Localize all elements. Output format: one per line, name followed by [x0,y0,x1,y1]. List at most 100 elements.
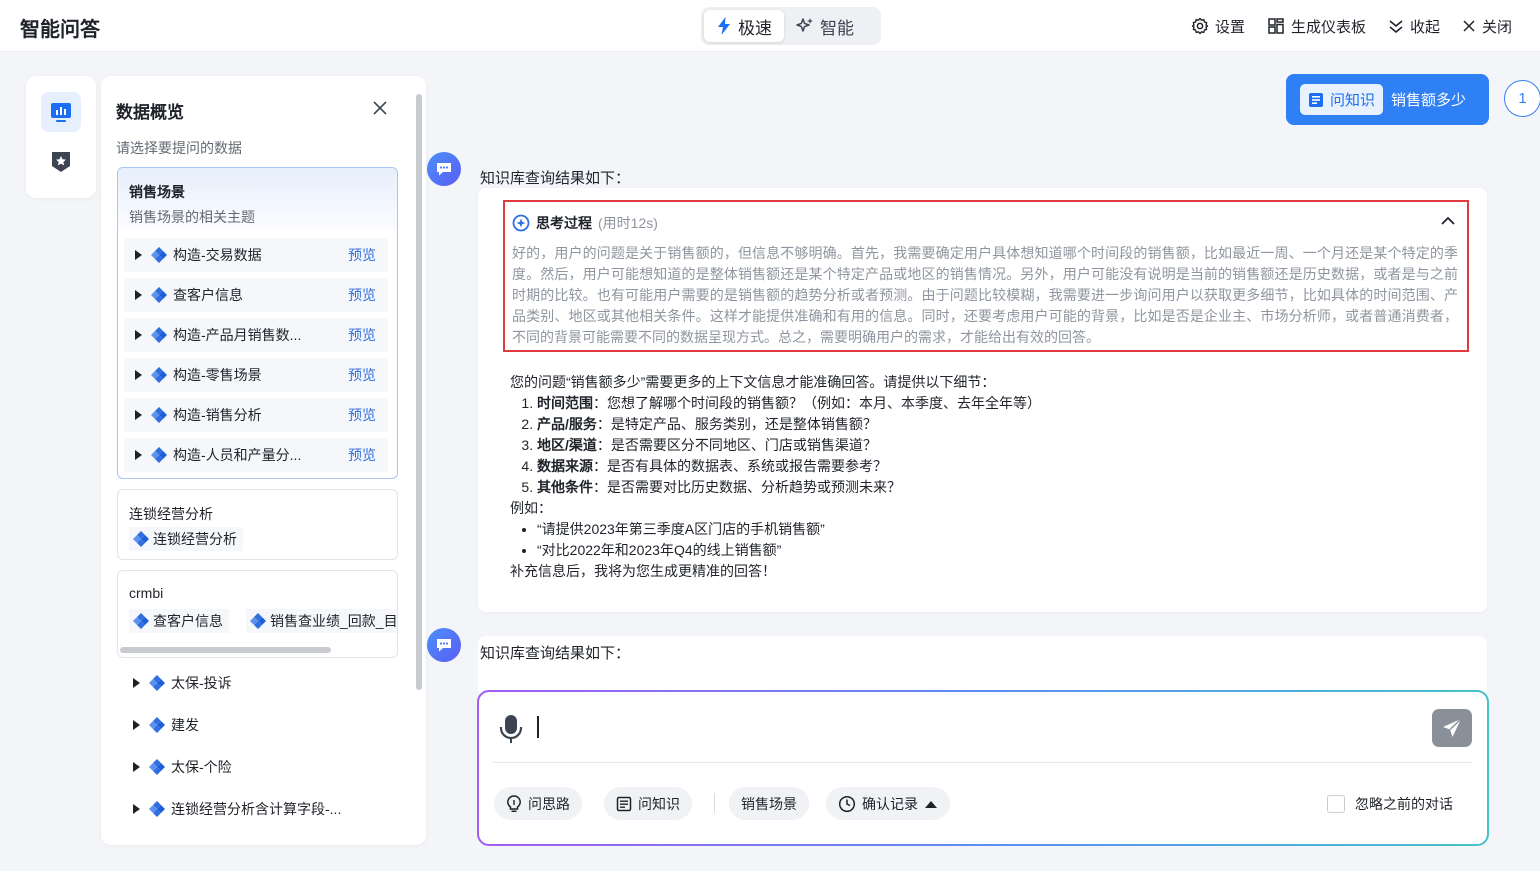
dataset-label: 连锁经营分析含计算字段-... [171,801,342,817]
expand-triangle-icon[interactable] [135,410,142,420]
dataset-topic-row[interactable]: 构造-人员和产量分... 预览 [124,438,388,472]
document-icon [616,796,632,812]
detail-text: ：您想了解哪个时间段的销售额？（例如：本月、本季度、去年全年等） [593,395,1041,411]
preview-link[interactable]: 预览 [348,325,376,345]
dataset-title: crmbi [129,585,164,601]
dataset-card-chain[interactable]: 连锁经营分析 连锁经营分析 [117,489,398,560]
dataset-collapsed-row[interactable]: 连锁经营分析含计算字段-... [123,794,341,824]
expand-triangle-icon[interactable] [135,250,142,260]
expand-triangle-icon[interactable] [133,678,140,688]
panel-close-button[interactable] [372,100,388,116]
ignore-history-toggle[interactable]: 忽略之前的对话 [1327,794,1453,814]
dataset-topic-row[interactable]: 构造-交易数据 预览 [124,238,388,272]
panel-scrollbar[interactable] [416,94,422,690]
chat-bubble-icon [434,159,454,179]
left-icon-bar [26,76,96,198]
expand-triangle-icon[interactable] [135,370,142,380]
example-item: “请提供2023年第三季度A区门店的手机销售额” [537,519,1470,540]
dataset-title: 连锁经营分析 [129,506,213,522]
topic-label: 构造-产品月销售数... [173,327,302,343]
detail-item: 时间范围：您想了解哪个时间段的销售额？（例如：本月、本季度、去年全年等） [537,393,1470,414]
detail-text: ：是否需要区分不同地区、门店或销售渠道？ [596,437,877,453]
reply-closing: 补充信息后，我将为您生成更精准的回答！ [510,563,776,579]
preview-link[interactable]: 预览 [348,245,376,265]
top-bar: 智能问答 极速 智能 设置 生成仪表板 收起 关闭 [0,0,1540,52]
mode-fast-label: 极速 [738,18,772,38]
dataset-card-crmbi[interactable]: crmbi 查客户信息 销售查业绩_回款_目 [117,570,398,658]
collapse-icon [1388,17,1404,35]
dataset-selector-label: 销售场景 [741,795,797,812]
topic-diamond-icon [151,327,167,343]
preview-link[interactable]: 预览 [348,365,376,385]
example-label: 例如： [510,500,552,516]
settings-button[interactable]: 设置 [1191,16,1245,37]
expand-triangle-icon[interactable] [135,450,142,460]
preview-link[interactable]: 预览 [348,445,376,465]
dataset-collapsed-row[interactable]: 太保-投诉 [123,668,232,698]
expand-triangle-icon[interactable] [133,762,140,772]
detail-term: 其他条件 [537,479,593,495]
detail-text: ：是特定产品、服务类别，还是整体销售额？ [596,416,877,432]
data-overview-panel: 数据概览 请选择要提问的数据 销售场景 销售场景的相关主题 构造-交易数据 预览… [101,76,426,845]
dataset-chip[interactable]: 销售查业绩_回款_目 [246,609,397,633]
ignore-history-checkbox[interactable] [1327,795,1345,813]
preview-link[interactable]: 预览 [348,285,376,305]
generate-dashboard-button[interactable]: 生成仪表板 [1267,16,1366,37]
ask-knowledge-button[interactable]: 问知识 [604,787,692,820]
dataset-topic-row[interactable]: 构造-零售场景 预览 [124,358,388,392]
thinking-collapse-button[interactable] [1441,216,1455,226]
collapse-button[interactable]: 收起 [1388,16,1440,37]
data-overview-nav-button[interactable] [41,92,81,132]
topic-label: 构造-零售场景 [173,367,262,383]
assistant-avatar [427,628,461,662]
settings-label: 设置 [1214,18,1245,36]
detail-item: 地区/渠道：是否需要区分不同地区、门店或销售渠道？ [537,435,1470,456]
ask-approach-button[interactable]: 问思路 [494,787,582,820]
input-divider [493,762,1473,763]
caret-up-icon [924,799,938,809]
clock-icon [838,795,856,813]
example-item: “对比2022年和2023年Q4的线上销售额” [537,540,1470,561]
ignore-history-label: 忽略之前的对话 [1355,796,1453,812]
ask-knowledge-label: 问知识 [638,795,680,812]
chart-monitor-icon [49,100,73,124]
answer-heading: 知识库查询结果如下： [480,645,631,662]
chevron-up-icon [1441,216,1455,226]
gear-icon [1191,17,1209,35]
generate-dashboard-label: 生成仪表板 [1290,18,1366,36]
mode-smart-button[interactable]: 智能 [784,10,866,42]
dataset-collapsed-row[interactable]: 建发 [123,710,199,740]
confirm-records-button[interactable]: 确认记录 [826,787,950,820]
microphone-icon [499,714,523,744]
dataset-topic-row[interactable]: 构造-产品月销售数... 预览 [124,318,388,352]
mode-fast-button[interactable]: 极速 [704,10,784,42]
mode-switch: 极速 智能 [701,7,881,45]
dataset-card-sales[interactable]: 销售场景 销售场景的相关主题 构造-交易数据 预览 查客户信息 预览 构造-产品… [117,167,398,479]
close-app-button[interactable]: 关闭 [1462,16,1512,37]
question-index-badge[interactable]: 1 [1504,80,1540,117]
favorites-nav-button[interactable] [41,142,81,182]
topic-diamond-icon [151,287,167,303]
document-icon [1308,92,1324,108]
paper-plane-icon [1441,717,1463,739]
dataset-selector-button[interactable]: 销售场景 [729,787,809,820]
chat-input-field[interactable] [537,716,539,738]
dataset-chip[interactable]: 查客户信息 [129,609,229,633]
expand-triangle-icon[interactable] [133,804,140,814]
preview-link[interactable]: 预览 [348,405,376,425]
dataset-chip[interactable]: 连锁经营分析 [129,527,243,551]
dataset-topic-row[interactable]: 查客户信息 预览 [124,278,388,312]
topic-label: 查客户信息 [173,287,243,303]
topic-diamond-icon [149,759,165,775]
dataset-topic-row[interactable]: 构造-销售分析 预览 [124,398,388,432]
expand-triangle-icon[interactable] [133,720,140,730]
chip-scrollbar[interactable] [120,647,331,653]
expand-triangle-icon[interactable] [135,330,142,340]
confirm-records-label: 确认记录 [862,795,918,812]
ask-approach-label: 问思路 [528,795,570,812]
expand-triangle-icon[interactable] [135,290,142,300]
topic-diamond-icon [133,613,149,629]
send-button[interactable] [1432,709,1472,747]
dataset-collapsed-row[interactable]: 太保-个险 [123,752,232,782]
voice-input-button[interactable] [499,714,523,744]
